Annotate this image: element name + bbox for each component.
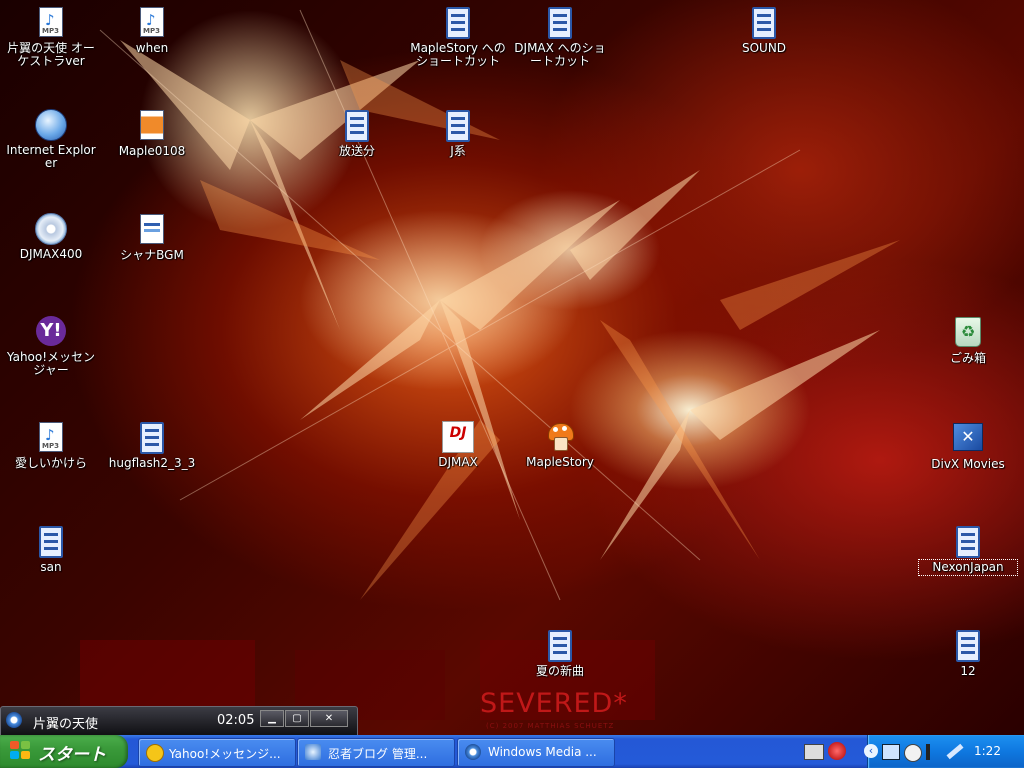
desktop-icon-maplestory-shortcut[interactable]: MapleStory へのショートカット — [410, 5, 506, 68]
mp3-file-icon: ♪ MP3 — [39, 7, 63, 37]
network-icon[interactable] — [882, 744, 900, 760]
djmax-icon: DJ — [442, 421, 474, 453]
desktop-icon-san[interactable]: san — [3, 524, 99, 574]
media-file-icon — [140, 214, 164, 244]
image-file-icon — [140, 110, 164, 140]
file-shortcut-icon — [446, 7, 470, 39]
taskbar-button-label: Windows Media ... — [488, 745, 597, 759]
desktop-icon-yahoo-messenger[interactable]: Y! Yahoo!メッセンジャー — [3, 315, 99, 377]
mp3-file-icon: ♪ MP3 — [140, 7, 164, 37]
desktop-icon-label: シャナBGM — [120, 248, 184, 262]
expand-tray-icon[interactable]: ‹ — [864, 744, 878, 758]
desktop-icon-hugflash[interactable]: hugflash2_3_3 — [104, 420, 200, 470]
playback-time: 02:05 — [217, 713, 255, 728]
desktop-icon-label: Maple0108 — [118, 144, 186, 158]
desktop-icon-label: SOUND — [741, 41, 787, 55]
desktop-icon-katayoku-orchestra[interactable]: ♪ MP3 片翼の天使 オーケストラver — [3, 5, 99, 68]
maplestory-icon — [545, 421, 575, 451]
mp3-file-icon: ♪ MP3 — [39, 422, 63, 452]
desktop-icon-natsu-no-shinkyoku[interactable]: 夏の新曲 — [512, 628, 608, 678]
desktop-icon-maplestory[interactable]: MapleStory — [512, 420, 608, 469]
divx-icon: ✕ — [953, 423, 983, 451]
desktop-icon-internet-explorer[interactable]: Internet Explorer — [3, 108, 99, 170]
yahoo-messenger-icon — [146, 744, 164, 762]
internet-explorer-icon — [305, 744, 321, 760]
wallpaper-credit-text: (C) 2007 MATTHIAS SCHUETZ — [486, 722, 615, 730]
desktop-icon-label: ごみ箱 — [949, 351, 986, 365]
desktop-icon-label: 放送分 — [338, 144, 375, 158]
desktop-icon-label: Yahoo!メッセンジャー — [6, 350, 96, 377]
desktop-icon-label: DJMAX400 — [19, 247, 83, 261]
system-tray: ‹ 1:22 — [864, 735, 1024, 768]
desktop-icon-djmax[interactable]: DJ DJMAX — [410, 420, 506, 469]
desktop-icon-nexonjapan[interactable]: NexonJapan — [918, 524, 1018, 576]
wallpaper-brand-text: SEVERED* — [480, 688, 628, 719]
desktop-icon-itoshii-kakera[interactable]: ♪ MP3 愛しいかけら — [3, 420, 99, 470]
desktop-icon-label: MapleStory — [526, 455, 594, 469]
desktop-icon-label: san — [40, 560, 62, 574]
desktop-icon-label: when — [135, 41, 169, 55]
desktop-icon-label: NexonJapan — [918, 559, 1018, 576]
file-shortcut-icon — [548, 7, 572, 39]
desktop-icon-label: 夏の新曲 — [535, 664, 584, 678]
desktop-icon-label: Internet Explorer — [6, 143, 96, 170]
desktop-icon-label: DivX Movies — [931, 457, 1005, 471]
desktop-icon-divx-movies[interactable]: ✕ DivX Movies — [920, 420, 1016, 471]
windows-media-player-icon — [465, 744, 481, 760]
file-icon — [345, 110, 369, 142]
taskbar-button-label: 忍者ブログ 管理... — [328, 747, 428, 761]
recycle-bin-icon: ♻ — [955, 317, 981, 347]
security-alert-icon[interactable] — [828, 742, 846, 760]
desktop-icon-label: 片翼の天使 オーケストラver — [7, 41, 95, 68]
file-icon — [956, 630, 980, 662]
desktop-icon-label: 12 — [960, 664, 976, 678]
file-icon — [39, 526, 63, 558]
desktop-icon-sound[interactable]: SOUND — [716, 5, 812, 55]
internet-explorer-icon — [35, 109, 67, 141]
minimize-button[interactable]: ▁ — [260, 710, 284, 727]
desktop[interactable]: SEVERED* (C) 2007 MATTHIAS SCHUETZ ♪ MP3 … — [0, 0, 1024, 735]
pen-icon[interactable] — [946, 743, 964, 760]
desktop-icon-label: hugflash2_3_3 — [108, 456, 196, 470]
desktop-icon-shana-bgm[interactable]: シャナBGM — [104, 212, 200, 262]
now-playing-title: 片翼の天使 — [33, 717, 99, 732]
file-icon — [956, 526, 980, 558]
messenger-icon[interactable] — [904, 744, 922, 762]
desktop-icon-housoubun[interactable]: 放送分 — [309, 108, 405, 158]
keyboard-icon[interactable] — [804, 744, 824, 760]
desktop-icon-label: DJMAX — [438, 455, 478, 469]
desktop-icon-recycle-bin[interactable]: ♻ ごみ箱 — [920, 315, 1016, 365]
desktop-icon-j-kei[interactable]: J系 — [410, 108, 506, 158]
restore-button[interactable]: ▢ — [285, 710, 309, 727]
taskbar-button-windows-media[interactable]: Windows Media ... — [457, 738, 615, 767]
desktop-icon-label: DJMAX へのショートカット — [514, 41, 606, 68]
desktop-icon-12[interactable]: 12 — [920, 628, 1016, 678]
file-icon — [446, 110, 470, 142]
windows-media-player-icon — [6, 712, 22, 728]
file-icon — [140, 422, 164, 454]
signal-icon[interactable] — [926, 744, 940, 760]
desktop-icon-label: 愛しいかけら — [14, 456, 87, 470]
desktop-icon-label: MapleStory へのショートカット — [410, 41, 506, 68]
start-label: スタート — [38, 745, 106, 765]
close-button[interactable]: ✕ — [310, 710, 348, 727]
taskbar-button-label: Yahoo!メッセンジ... — [169, 747, 281, 761]
yahoo-messenger-icon: Y! — [36, 316, 66, 346]
desktop-icon-djmax400[interactable]: DJMAX400 — [3, 212, 99, 261]
media-player-mini-bar[interactable]: 片翼の天使 02:05 ▁ ▢ ✕ — [0, 706, 358, 736]
taskbar-button-ninja-blog[interactable]: 忍者ブログ 管理... — [297, 738, 455, 767]
file-icon — [752, 7, 776, 39]
taskbar: スタート Yahoo!メッセンジ... 忍者ブログ 管理... Windows … — [0, 735, 1024, 768]
desktop-icon-maple0108[interactable]: Maple0108 — [104, 108, 200, 158]
cd-icon — [35, 213, 67, 245]
taskbar-button-yahoo-messenger[interactable]: Yahoo!メッセンジ... — [138, 738, 296, 767]
start-button[interactable]: スタート — [0, 735, 128, 768]
desktop-icon-when[interactable]: ♪ MP3 when — [104, 5, 200, 55]
desktop-icon-djmax-shortcut[interactable]: DJMAX へのショートカット — [512, 5, 608, 68]
desktop-icon-label: J系 — [450, 144, 466, 158]
file-icon — [548, 630, 572, 662]
windows-logo-icon — [10, 741, 32, 761]
clock[interactable]: 1:22 — [974, 744, 1001, 758]
